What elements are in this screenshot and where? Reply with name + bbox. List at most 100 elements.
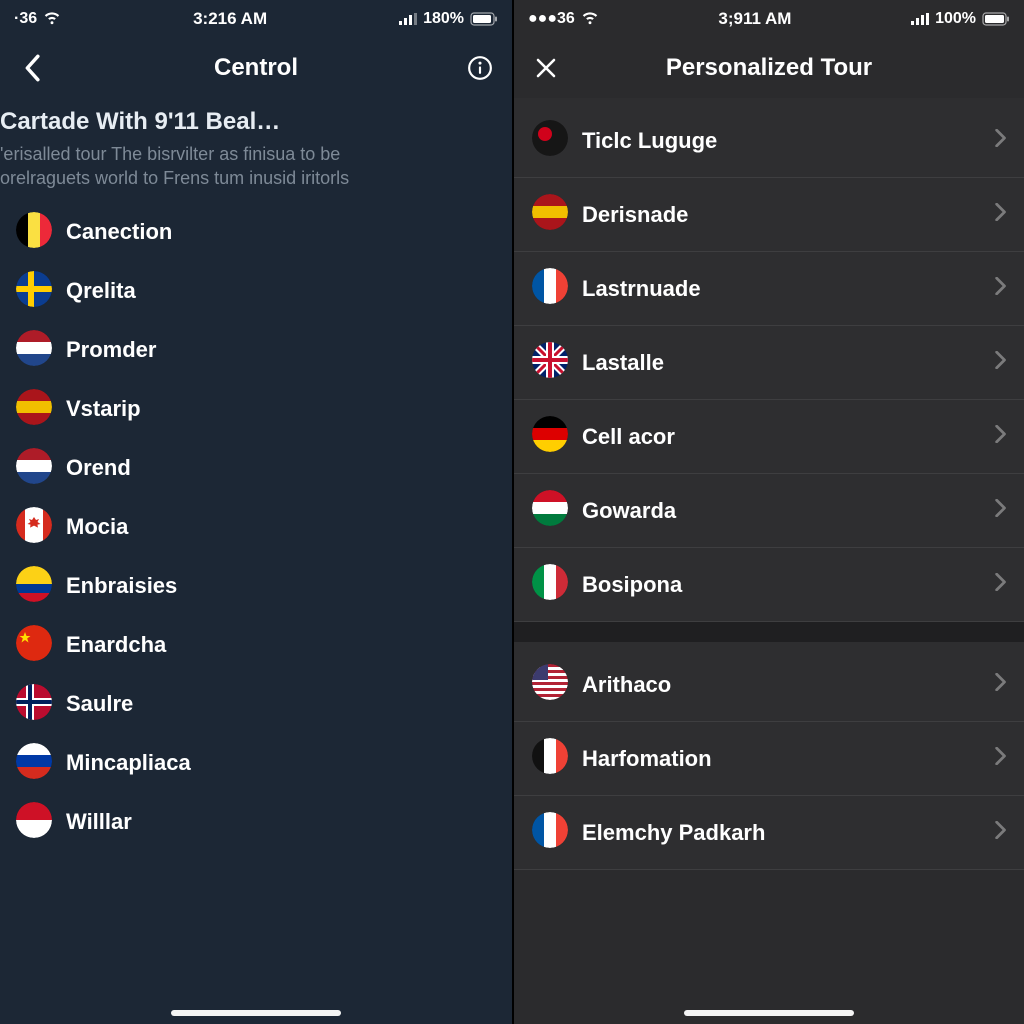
page-title: Personalized Tour: [666, 54, 872, 82]
flag-icon: [532, 416, 568, 457]
flag-icon: [16, 389, 52, 430]
list-item[interactable]: Enardcha: [0, 616, 512, 675]
flag-icon: [16, 684, 52, 725]
clock-label: 3;911 AM: [718, 9, 791, 29]
list-item[interactable]: Arithaco: [514, 648, 1024, 722]
cellular-icon: [399, 13, 417, 25]
list-item[interactable]: Harfomation: [514, 722, 1024, 796]
item-label: Qrelita: [66, 278, 136, 304]
nav-bar: Centrol: [0, 38, 512, 98]
battery-pct: 180%: [423, 10, 464, 28]
list-item[interactable]: Mocia: [0, 498, 512, 557]
flag-icon: [532, 664, 568, 705]
info-icon: [467, 55, 493, 81]
flag-icon: [16, 448, 52, 489]
list-group: Ticlc Luguge Derisnade Lastrnuade Lastalle C…: [514, 98, 1024, 622]
carrier-label: ·36: [14, 10, 37, 28]
flag-icon: [16, 566, 52, 607]
item-label: Cell acor: [582, 424, 675, 450]
back-button[interactable]: [12, 48, 52, 88]
item-label: Lastalle: [582, 350, 664, 376]
flag-icon: [16, 625, 52, 666]
item-label: Saulre: [66, 691, 133, 717]
list-item[interactable]: Ticlc Luguge: [514, 104, 1024, 178]
list-item[interactable]: Promder: [0, 321, 512, 380]
list-item[interactable]: Orend: [0, 439, 512, 498]
item-label: Enardcha: [66, 632, 166, 658]
chevron-right-icon: [994, 425, 1006, 448]
home-indicator[interactable]: [171, 1010, 341, 1016]
list-item[interactable]: Saulre: [0, 675, 512, 734]
clock-label: 3:216 AM: [193, 9, 267, 29]
chevron-right-icon: [994, 351, 1006, 374]
list-item[interactable]: Elemchy Padkarh: [514, 796, 1024, 870]
chevron-right-icon: [994, 499, 1006, 522]
chevron-right-icon: [994, 573, 1006, 596]
status-bar: ·36 3:216 AM 180%: [0, 0, 512, 38]
flag-icon: [16, 507, 52, 548]
hero-sub-1: 'erisalled tour The bisrvilter as finisu…: [0, 142, 494, 166]
list-item[interactable]: Enbraisies: [0, 557, 512, 616]
battery-pct: 100%: [935, 10, 976, 28]
list-item[interactable]: Mincapliaca: [0, 734, 512, 793]
chevron-right-icon: [994, 821, 1006, 844]
info-button[interactable]: [460, 48, 500, 88]
hero: Cartade With 9'11 Beal… 'erisalled tour …: [0, 98, 512, 197]
list-item[interactable]: Bosipona: [514, 548, 1024, 622]
flag-icon: [16, 330, 52, 371]
left-screen: ·36 3:216 AM 180% Centrol Cartade With 9…: [0, 0, 512, 1024]
section-gap: [514, 622, 1024, 642]
hero-sub-2: orelraguets world to Frens tum inusid ir…: [0, 166, 494, 190]
hero-title: Cartade With 9'11 Beal…: [0, 108, 494, 136]
list-item[interactable]: Qrelita: [0, 262, 512, 321]
country-list: Canection Qrelita Promder Vstarip OrendMocia…: [0, 197, 512, 852]
list-item[interactable]: Vstarip: [0, 380, 512, 439]
tour-list: Ticlc Luguge Derisnade Lastrnuade Lastalle C…: [514, 98, 1024, 1024]
flag-icon: [16, 212, 52, 253]
list-item[interactable]: Derisnade: [514, 178, 1024, 252]
flag-icon: [16, 802, 52, 843]
close-button[interactable]: [526, 48, 566, 88]
item-label: Derisnade: [582, 202, 688, 228]
item-label: Ticlc Luguge: [582, 128, 717, 154]
item-label: Enbraisies: [66, 573, 177, 599]
list-item[interactable]: Willlar: [0, 793, 512, 852]
flag-icon: [532, 194, 568, 235]
page-title: Centrol: [214, 54, 298, 82]
flag-icon: [532, 564, 568, 605]
flag-icon: [532, 812, 568, 853]
wifi-icon: [43, 12, 61, 26]
item-label: Bosipona: [582, 572, 682, 598]
item-label: Promder: [66, 337, 156, 363]
item-label: Gowarda: [582, 498, 676, 524]
item-label: Harfomation: [582, 746, 712, 772]
list-item[interactable]: Canection: [0, 203, 512, 262]
item-label: Lastrnuade: [582, 276, 701, 302]
status-bar: ●●●36 3;911 AM 100%: [514, 0, 1024, 38]
carrier-label: ●●●36: [528, 10, 575, 28]
chevron-right-icon: [994, 203, 1006, 226]
item-label: Arithaco: [582, 672, 671, 698]
home-indicator[interactable]: [684, 1010, 854, 1016]
cellular-icon: [911, 13, 929, 25]
list-item[interactable]: Lastalle: [514, 326, 1024, 400]
flag-icon: [16, 271, 52, 312]
chevron-right-icon: [994, 673, 1006, 696]
nav-bar: Personalized Tour: [514, 38, 1024, 98]
battery-icon: [982, 12, 1010, 26]
list-item[interactable]: Lastrnuade: [514, 252, 1024, 326]
item-label: Vstarip: [66, 396, 141, 422]
flag-icon: [16, 743, 52, 784]
list-group: Arithaco Harfomation Elemchy Padkarh: [514, 642, 1024, 870]
flag-icon: [532, 120, 568, 161]
chevron-right-icon: [994, 747, 1006, 770]
item-label: Canection: [66, 219, 172, 245]
chevron-right-icon: [994, 129, 1006, 152]
flag-icon: [532, 490, 568, 531]
item-label: Mincapliaca: [66, 750, 191, 776]
nav-spacer: [972, 48, 1012, 88]
list-item[interactable]: Gowarda: [514, 474, 1024, 548]
chevron-left-icon: [23, 54, 41, 82]
right-screen: ●●●36 3;911 AM 100% Personalized Tour Ti…: [512, 0, 1024, 1024]
list-item[interactable]: Cell acor: [514, 400, 1024, 474]
